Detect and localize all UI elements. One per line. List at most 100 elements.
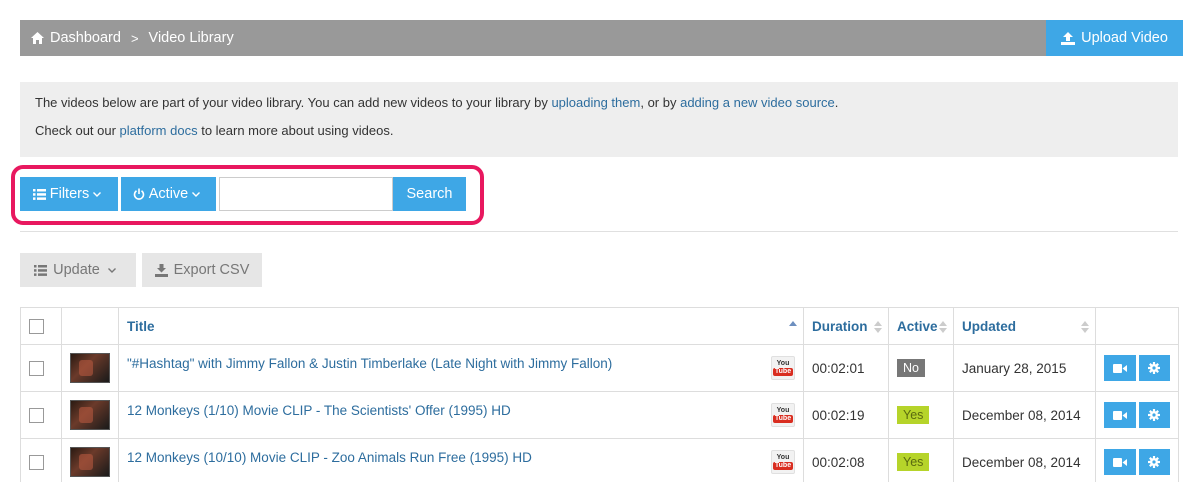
updated-cell: December 08, 2014 (953, 391, 1096, 439)
list-icon (34, 264, 48, 276)
view-video-button[interactable] (1104, 355, 1136, 381)
video-camera-icon (1112, 363, 1127, 373)
sort-icon (939, 321, 947, 333)
video-title-link[interactable]: "#Hashtag" with Jimmy Fallon & Justin Ti… (127, 356, 612, 371)
duration-header-label: Duration (812, 318, 868, 334)
chevron-down-icon (192, 191, 201, 197)
video-camera-icon (1112, 457, 1127, 467)
title-cell: You Tube "#Hashtag" with Jimmy Fallon & J… (118, 344, 804, 392)
top-bar: Dashboard > Video Library Upload Video (20, 20, 1183, 56)
active-label: Active (148, 186, 189, 202)
thumbnail-cell (61, 344, 119, 392)
youtube-badge-text: Tube (772, 368, 794, 376)
row-select-cell (20, 438, 62, 482)
divider (20, 231, 1178, 232)
breadcrumb-dashboard-link[interactable]: Dashboard (50, 30, 121, 46)
upload-video-button[interactable]: Upload Video (1046, 20, 1183, 56)
youtube-badge-text: Tube (772, 415, 794, 423)
row-select-cell (20, 344, 62, 392)
add-video-source-link[interactable]: adding a new video source (680, 95, 835, 110)
status-badge: Yes (897, 406, 930, 424)
duration-cell: 00:02:08 (803, 438, 889, 482)
row-actions-cell (1095, 344, 1179, 392)
view-video-button[interactable] (1104, 449, 1136, 475)
select-all-checkbox[interactable] (29, 318, 44, 334)
title-cell: You Tube 12 Monkeys (10/10) Movie CLIP - … (118, 438, 804, 482)
row-actions-cell (1095, 438, 1179, 482)
uploading-link[interactable]: uploading them (551, 95, 640, 110)
filters-label: Filters (49, 186, 90, 202)
thumbnail-cell (61, 391, 119, 439)
updated-header-label: Updated (962, 318, 1016, 334)
youtube-badge-text: You (776, 454, 790, 461)
title-cell: You Tube 12 Monkeys (1/10) Movie CLIP - T… (118, 391, 804, 439)
update-dropdown-button[interactable]: Update (20, 253, 136, 287)
row-checkbox[interactable] (29, 360, 44, 376)
chevron-down-icon (107, 267, 116, 273)
info-text: . (834, 95, 839, 110)
sort-icon (1081, 321, 1089, 333)
table-row: You Tube "#Hashtag" with Jimmy Fallon & J… (20, 344, 1179, 392)
table-row: You Tube 12 Monkeys (1/10) Movie CLIP - T… (20, 391, 1179, 439)
info-text: , or by (640, 95, 681, 110)
breadcrumb-separator: > (130, 30, 139, 46)
search-input[interactable] (219, 177, 393, 211)
video-table: Title Duration Active Updated You Tube "#… (20, 307, 1179, 482)
youtube-badge-text: You (776, 407, 790, 414)
active-column-header[interactable]: Active (888, 307, 954, 345)
video-title-link[interactable]: 12 Monkeys (10/10) Movie CLIP - Zoo Anim… (127, 450, 532, 465)
search-button[interactable]: Search (393, 177, 466, 211)
select-all-cell (20, 307, 62, 345)
active-header-label: Active (897, 318, 938, 334)
duration-cell: 00:02:19 (803, 391, 889, 439)
thumbnail-cell (61, 438, 119, 482)
table-row: You Tube 12 Monkeys (10/10) Movie CLIP - … (20, 438, 1179, 482)
info-line-2: Check out our platform docs to learn mor… (35, 117, 1163, 145)
sort-icon (874, 321, 882, 333)
upload-video-label: Upload Video (1081, 30, 1168, 46)
view-video-button[interactable] (1104, 402, 1136, 428)
row-checkbox[interactable] (29, 407, 44, 423)
power-icon (133, 188, 144, 200)
video-settings-button[interactable] (1138, 402, 1170, 428)
video-thumbnail[interactable] (70, 353, 110, 383)
gear-icon (1148, 456, 1161, 468)
status-badge: No (897, 359, 925, 377)
video-camera-icon (1112, 410, 1127, 420)
row-select-cell (20, 391, 62, 439)
status-badge: Yes (897, 453, 930, 471)
active-cell: No (888, 344, 954, 392)
update-label: Update (53, 262, 100, 278)
video-title-link[interactable]: 12 Monkeys (1/10) Movie CLIP - The Scien… (127, 403, 511, 418)
title-header-label: Title (127, 318, 155, 334)
youtube-icon: You Tube (771, 403, 795, 427)
export-csv-button[interactable]: Export CSV (142, 253, 262, 287)
title-column-header[interactable]: Title (118, 307, 804, 345)
video-thumbnail[interactable] (70, 447, 110, 477)
download-icon (154, 263, 168, 277)
platform-docs-link[interactable]: platform docs (120, 123, 198, 138)
info-text: to learn more about using videos. (197, 123, 394, 138)
export-csv-label: Export CSV (173, 262, 250, 278)
video-thumbnail[interactable] (70, 400, 110, 430)
breadcrumb: Dashboard > Video Library (31, 20, 234, 56)
gear-icon (1148, 409, 1161, 421)
updated-cell: December 08, 2014 (953, 438, 1096, 482)
active-dropdown-button[interactable]: Active (121, 177, 216, 211)
updated-column-header[interactable]: Updated (953, 307, 1096, 345)
filters-dropdown-button[interactable]: Filters (20, 177, 118, 211)
active-cell: Yes (888, 391, 954, 439)
active-cell: Yes (888, 438, 954, 482)
chevron-down-icon (93, 191, 102, 197)
thumbnail-header (61, 307, 119, 345)
video-settings-button[interactable] (1138, 355, 1170, 381)
row-checkbox[interactable] (29, 454, 44, 470)
gear-icon (1148, 362, 1161, 374)
duration-column-header[interactable]: Duration (803, 307, 889, 345)
row-actions-cell (1095, 391, 1179, 439)
youtube-icon: You Tube (771, 356, 795, 380)
video-settings-button[interactable] (1138, 449, 1170, 475)
home-icon[interactable] (31, 32, 44, 44)
table-header-row: Title Duration Active Updated (20, 307, 1179, 345)
sort-ascending-icon (789, 321, 797, 326)
